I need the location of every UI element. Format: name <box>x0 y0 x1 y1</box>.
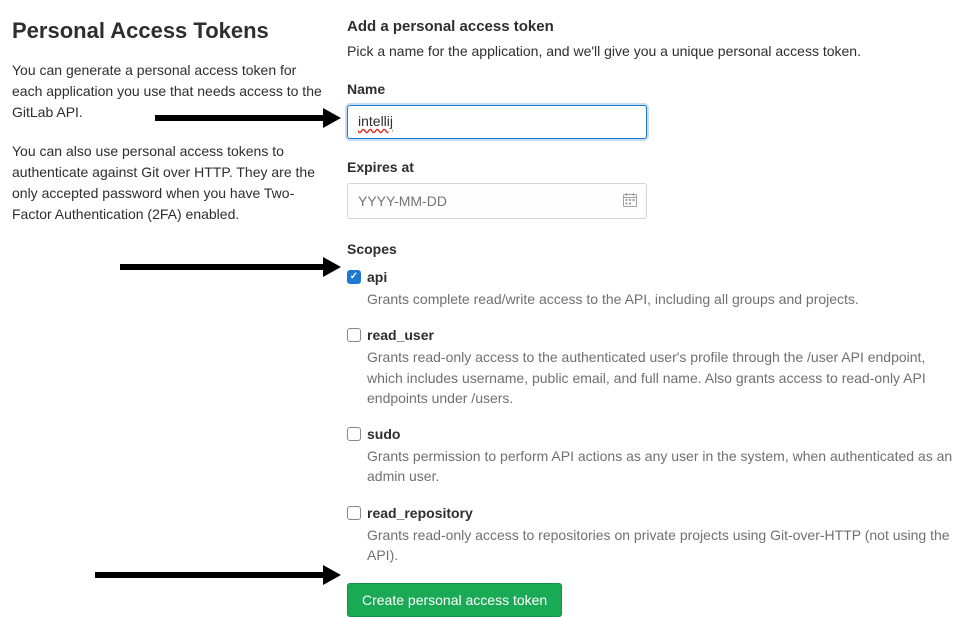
scope-label-sudo[interactable]: sudo <box>367 426 400 442</box>
scope-checkbox-read-repository[interactable] <box>347 506 361 520</box>
page-title: Personal Access Tokens <box>12 18 327 44</box>
name-label: Name <box>347 81 961 97</box>
scope-desc-sudo: Grants permission to perform API actions… <box>347 446 961 487</box>
expires-label: Expires at <box>347 159 961 175</box>
expires-input[interactable] <box>347 183 647 219</box>
scope-desc-read-user: Grants read-only access to the authentic… <box>347 347 961 408</box>
scope-checkbox-read-user[interactable] <box>347 328 361 342</box>
scope-checkbox-api[interactable] <box>347 270 361 284</box>
scope-label-read-repository[interactable]: read_repository <box>367 505 473 521</box>
scope-item-read-repository: read_repository Grants read-only access … <box>347 505 961 566</box>
scope-item-api: api Grants complete read/write access to… <box>347 269 961 309</box>
form-subheading: Pick a name for the application, and we'… <box>347 43 961 59</box>
create-token-button[interactable]: Create personal access token <box>347 583 562 617</box>
scope-desc-api: Grants complete read/write access to the… <box>347 289 961 309</box>
form-heading: Add a personal access token <box>347 18 961 35</box>
scopes-label: Scopes <box>347 241 961 257</box>
intro-paragraph-2: You can also use personal access tokens … <box>12 141 327 225</box>
scope-item-sudo: sudo Grants permission to perform API ac… <box>347 426 961 487</box>
scope-checkbox-sudo[interactable] <box>347 427 361 441</box>
name-input[interactable] <box>347 105 647 139</box>
scope-label-read-user[interactable]: read_user <box>367 327 434 343</box>
calendar-icon <box>623 193 637 207</box>
scope-label-api[interactable]: api <box>367 269 387 285</box>
annotation-arrow <box>155 115 325 121</box>
intro-paragraph-1: You can generate a personal access token… <box>12 60 327 123</box>
annotation-arrow <box>95 572 325 578</box>
scope-item-read-user: read_user Grants read-only access to the… <box>347 327 961 408</box>
annotation-arrow <box>120 264 325 270</box>
scope-desc-read-repository: Grants read-only access to repositories … <box>347 525 961 566</box>
